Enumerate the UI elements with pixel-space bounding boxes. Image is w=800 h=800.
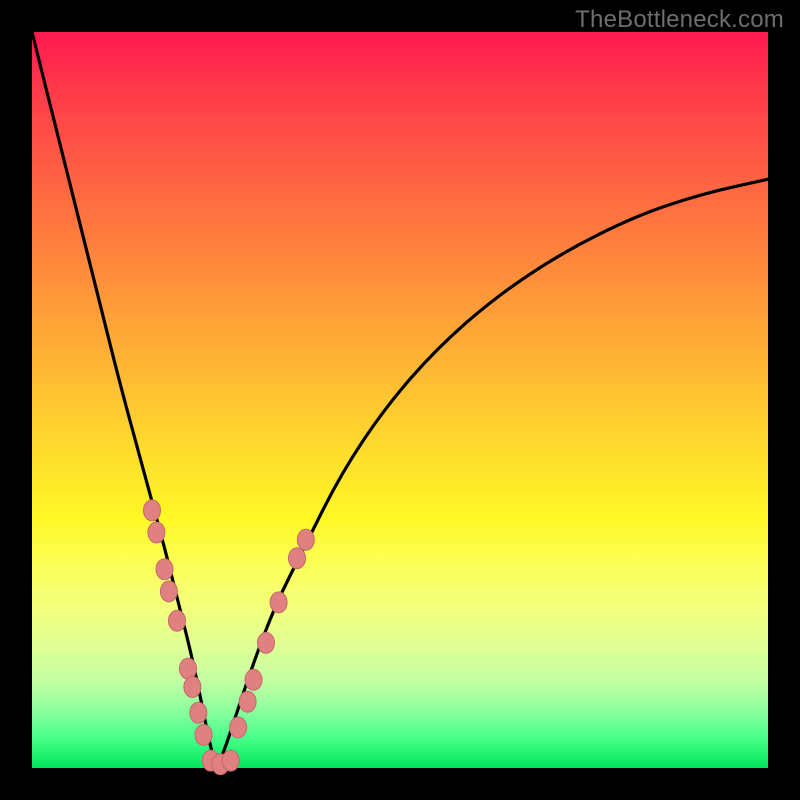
data-marker <box>270 592 287 613</box>
data-marker <box>195 724 212 745</box>
data-marker <box>258 632 275 653</box>
data-marker <box>160 581 177 602</box>
data-marker <box>184 677 201 698</box>
data-marker <box>297 529 314 550</box>
data-marker <box>190 702 207 723</box>
data-marker <box>180 658 197 679</box>
data-marker <box>222 750 239 771</box>
data-marker <box>156 559 173 580</box>
data-marker <box>289 548 306 569</box>
data-marker <box>239 691 256 712</box>
chart-frame: TheBottleneck.com <box>0 0 800 800</box>
chart-svg <box>32 32 768 768</box>
data-marker <box>148 522 165 543</box>
bottleneck-curve <box>32 32 768 763</box>
plot-area <box>32 32 768 768</box>
data-marker <box>169 610 186 631</box>
data-marker <box>144 500 161 521</box>
data-marker <box>230 717 247 738</box>
data-marker <box>245 669 262 690</box>
watermark-label: TheBottleneck.com <box>575 6 784 34</box>
